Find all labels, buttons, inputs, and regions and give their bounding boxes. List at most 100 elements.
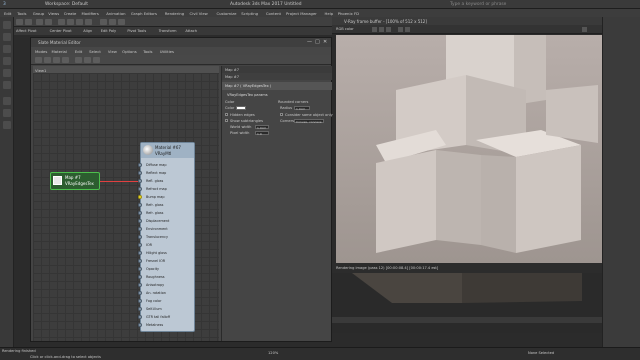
menu-group[interactable]: Group bbox=[33, 11, 45, 16]
menu-content[interactable]: Content bbox=[266, 11, 281, 16]
menu-create[interactable]: Create bbox=[64, 11, 77, 16]
sme-menu-material[interactable]: Material bbox=[52, 49, 67, 54]
unlink-icon[interactable] bbox=[45, 19, 52, 25]
motion-icon[interactable] bbox=[3, 57, 11, 65]
sme-menu-edit[interactable]: Edit bbox=[75, 49, 82, 54]
ribbon-item-attach[interactable]: Attach bbox=[185, 29, 197, 33]
slot-socket-icon[interactable] bbox=[138, 170, 142, 175]
slot-socket-icon[interactable] bbox=[138, 226, 142, 231]
close-icon[interactable]: ✕ bbox=[323, 39, 327, 45]
utilities-icon[interactable] bbox=[3, 81, 11, 89]
slot-socket-icon[interactable] bbox=[138, 258, 142, 263]
material-slot[interactable]: Bump map bbox=[138, 193, 194, 200]
menu-phoenix-fd[interactable]: Phoenix FD bbox=[338, 11, 359, 16]
slot-socket-icon[interactable] bbox=[138, 194, 142, 199]
pick-material-icon[interactable] bbox=[44, 57, 51, 63]
show-subtriangles-checkbox[interactable] bbox=[225, 119, 228, 122]
node-view[interactable]: Map #7 VRayEdgesTex Material #67 VRayMtl… bbox=[33, 73, 219, 341]
menu-views[interactable]: Views bbox=[48, 11, 59, 16]
mirror-icon[interactable] bbox=[109, 19, 116, 25]
material-node[interactable]: Material #67 VRayMtl Diffuse map Reflect … bbox=[138, 142, 195, 332]
select-tool-icon[interactable] bbox=[35, 57, 42, 63]
menu-animation[interactable]: Animation bbox=[106, 11, 125, 16]
filter-icon[interactable] bbox=[3, 121, 11, 129]
material-slot[interactable]: Opacity bbox=[138, 265, 194, 272]
ribbon-item-center-pivot[interactable]: Center Pivot bbox=[50, 29, 72, 33]
rotate-icon[interactable] bbox=[76, 19, 83, 25]
vfb-title-bar[interactable]: V-Ray frame buffer - [100% of 512 x 512] bbox=[332, 17, 602, 25]
green-channel-icon[interactable] bbox=[379, 27, 384, 32]
link-icon[interactable] bbox=[36, 19, 43, 25]
slot-socket-icon[interactable] bbox=[138, 298, 142, 303]
show-map-icon[interactable] bbox=[75, 57, 82, 63]
sme-menu-tools[interactable]: Tools bbox=[143, 49, 152, 54]
menu-project-manager[interactable]: Project Manager bbox=[286, 11, 317, 16]
menu-rendering[interactable]: Rendering bbox=[165, 11, 184, 16]
layer-icon[interactable] bbox=[3, 97, 11, 105]
material-slot[interactable]: Fresnel IOR bbox=[138, 257, 194, 264]
modify-icon[interactable] bbox=[3, 33, 11, 41]
material-slot[interactable]: GTR tail falloff bbox=[138, 313, 194, 320]
maximize-icon[interactable]: □ bbox=[315, 39, 320, 45]
workspace-selector[interactable]: Workspace: Default bbox=[45, 2, 88, 7]
slot-socket-icon[interactable] bbox=[138, 178, 142, 183]
scale-icon[interactable] bbox=[85, 19, 92, 25]
move-icon[interactable] bbox=[67, 19, 74, 25]
put-material-icon[interactable] bbox=[53, 57, 60, 63]
app-logo-icon[interactable]: 3 bbox=[3, 2, 6, 7]
sme-menu-utilities[interactable]: Utilities bbox=[160, 49, 174, 54]
material-slot[interactable]: Fog color bbox=[138, 297, 194, 304]
material-slot[interactable]: Roughness bbox=[138, 273, 194, 280]
material-slot[interactable]: An. rotation bbox=[138, 289, 194, 296]
render-icon[interactable] bbox=[582, 27, 587, 32]
edge-color-swatch[interactable] bbox=[236, 106, 246, 110]
assign-material-icon[interactable] bbox=[62, 57, 69, 63]
slot-socket-icon[interactable] bbox=[138, 186, 142, 191]
create-icon[interactable] bbox=[3, 21, 11, 29]
rendered-image[interactable] bbox=[336, 35, 602, 263]
material-slot[interactable]: Environment bbox=[138, 225, 194, 232]
menu-modifiers[interactable]: Modifiers bbox=[82, 11, 99, 16]
menu-help[interactable]: Help bbox=[325, 11, 334, 16]
material-slot[interactable]: Reflect map bbox=[138, 169, 194, 176]
slot-socket-icon[interactable] bbox=[138, 314, 142, 319]
slot-socket-icon[interactable] bbox=[138, 282, 142, 287]
material-slot[interactable]: Displacement bbox=[138, 217, 194, 224]
material-slot[interactable]: Refr. gloss bbox=[138, 209, 194, 216]
material-slot[interactable]: Translucency bbox=[138, 233, 194, 240]
material-slot[interactable]: Diffuse map bbox=[138, 161, 194, 168]
corners-dropdown[interactable]: Convex, concave bbox=[294, 119, 324, 124]
material-slot[interactable]: Hilight gloss bbox=[138, 249, 194, 256]
hierarchy-icon[interactable] bbox=[3, 45, 11, 53]
slot-socket-icon[interactable] bbox=[138, 250, 142, 255]
ribbon-item-edit-poly[interactable]: Edit Poly bbox=[101, 29, 116, 33]
slot-socket-icon[interactable] bbox=[138, 306, 142, 311]
snap-icon[interactable] bbox=[100, 19, 107, 25]
align-icon[interactable] bbox=[118, 19, 125, 25]
menu-tools[interactable]: Tools bbox=[17, 11, 26, 16]
ribbon-item-align[interactable]: Align bbox=[83, 29, 92, 33]
slot-socket-icon[interactable] bbox=[138, 234, 142, 239]
slot-socket-icon[interactable] bbox=[138, 218, 142, 223]
slot-socket-icon[interactable] bbox=[138, 242, 142, 247]
rollout-title[interactable]: VRayEdgesTex params bbox=[227, 93, 268, 97]
clear-image-icon[interactable] bbox=[405, 27, 410, 32]
layout-icon[interactable] bbox=[84, 57, 91, 63]
sme-menu-view[interactable]: View bbox=[108, 49, 117, 54]
ribbon-item-affect-pivot[interactable]: Affect Pivot bbox=[16, 29, 37, 33]
menu-scripting[interactable]: Scripting bbox=[241, 11, 258, 16]
slot-socket-icon[interactable] bbox=[138, 322, 142, 327]
display-icon[interactable] bbox=[3, 69, 11, 77]
slot-socket-icon[interactable] bbox=[138, 162, 142, 167]
save-image-icon[interactable] bbox=[398, 27, 403, 32]
map-node[interactable]: Map #7 VRayEdgesTex bbox=[50, 172, 100, 190]
channel-dropdown[interactable]: RGB color bbox=[336, 27, 354, 31]
menu-customize[interactable]: Customize bbox=[217, 11, 237, 16]
hidden-edges-checkbox[interactable] bbox=[225, 113, 228, 116]
ribbon-item-transform[interactable]: Transform bbox=[159, 29, 177, 33]
sme-menu-select[interactable]: Select bbox=[89, 49, 101, 54]
menu-civil-view[interactable]: Civil View bbox=[190, 11, 208, 16]
slot-socket-icon[interactable] bbox=[138, 266, 142, 271]
ribbon-item-pivot-tools[interactable]: Pivot Tools bbox=[127, 29, 146, 33]
menu-edit[interactable]: Edit bbox=[4, 11, 11, 16]
